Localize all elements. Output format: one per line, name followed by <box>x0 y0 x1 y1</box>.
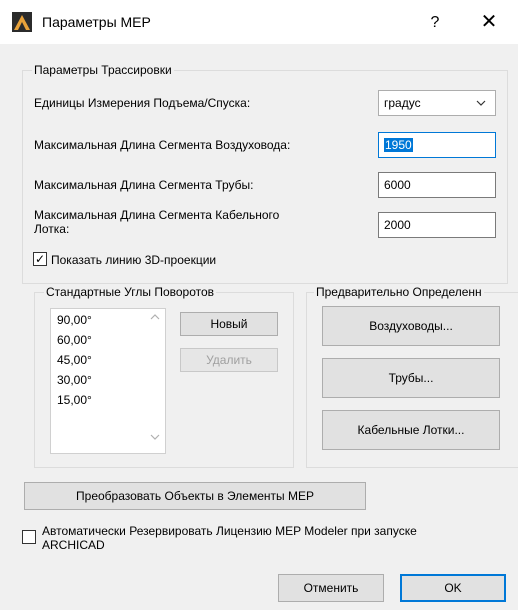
pipe-length-value: 6000 <box>384 178 411 192</box>
checkmark-icon: ✓ <box>34 252 46 266</box>
auto-reserve-checkbox[interactable] <box>22 530 36 544</box>
chevron-up-icon[interactable] <box>149 311 161 326</box>
list-item[interactable]: 15,00° <box>57 393 92 407</box>
units-select-value: градус <box>384 96 421 110</box>
list-item[interactable]: 30,00° <box>57 373 92 387</box>
cable-length-label-line1: Максимальная Длина Сегмента Кабельного <box>34 208 280 222</box>
pipes-button[interactable]: Трубы... <box>322 358 500 398</box>
angles-list[interactable]: 90,00° 60,00° 45,00° 30,00° 15,00° <box>50 308 166 454</box>
new-angle-button[interactable]: Новый <box>180 312 278 336</box>
archicad-app-icon <box>12 12 32 32</box>
ducts-button[interactable]: Воздуховоды... <box>322 306 500 346</box>
angles-group-label: Стандартные Углы Поворотов <box>44 285 217 299</box>
close-button[interactable]: ✕ <box>472 8 506 36</box>
window-title: Параметры MEP <box>42 14 151 30</box>
convert-to-mep-button[interactable]: Преобразовать Объекты в Элементы MEP <box>24 482 366 510</box>
cable-length-label-line2: Лотка: <box>34 222 70 236</box>
auto-reserve-label: Автоматически Резервировать Лицензию MEP… <box>42 524 417 552</box>
cable-length-value: 2000 <box>384 218 411 232</box>
cancel-button[interactable]: Отменить <box>278 574 384 602</box>
routing-group-label: Параметры Трассировки <box>32 63 174 77</box>
show-3d-label: Показать линию 3D-проекции <box>51 253 217 267</box>
pipe-length-label: Максимальная Длина Сегмента Трубы: <box>34 178 254 192</box>
list-item[interactable]: 60,00° <box>57 333 92 347</box>
list-item[interactable]: 90,00° <box>57 313 92 327</box>
cable-length-label: Максимальная Длина Сегмента Кабельного Л… <box>34 208 279 236</box>
help-button[interactable]: ? <box>420 10 450 36</box>
units-label: Единицы Измерения Подъема/Спуска: <box>34 96 251 110</box>
show-3d-checkbox[interactable]: ✓ <box>33 252 47 266</box>
duct-length-label: Максимальная Длина Сегмента Воздуховода: <box>34 138 291 152</box>
units-select[interactable]: градус <box>378 90 496 116</box>
title-bar: Параметры MEP ? ✕ <box>0 0 518 44</box>
duct-length-value: 1950 <box>384 138 413 152</box>
predefined-group-label: Предварительно Определенн <box>314 285 484 299</box>
chevron-down-icon <box>475 91 487 125</box>
delete-angle-button[interactable]: Удалить <box>180 348 278 372</box>
pipe-length-input[interactable]: 6000 <box>378 172 496 198</box>
duct-length-input[interactable]: 1950 <box>378 132 496 158</box>
auto-reserve-label-line1: Автоматически Резервировать Лицензию MEP… <box>42 524 417 538</box>
auto-reserve-label-line2: ARCHICAD <box>42 538 105 552</box>
cable-length-input[interactable]: 2000 <box>378 212 496 238</box>
list-item[interactable]: 45,00° <box>57 353 92 367</box>
chevron-down-icon[interactable] <box>149 431 161 446</box>
cable-trays-button[interactable]: Кабельные Лотки... <box>322 410 500 450</box>
ok-button[interactable]: OK <box>400 574 506 602</box>
